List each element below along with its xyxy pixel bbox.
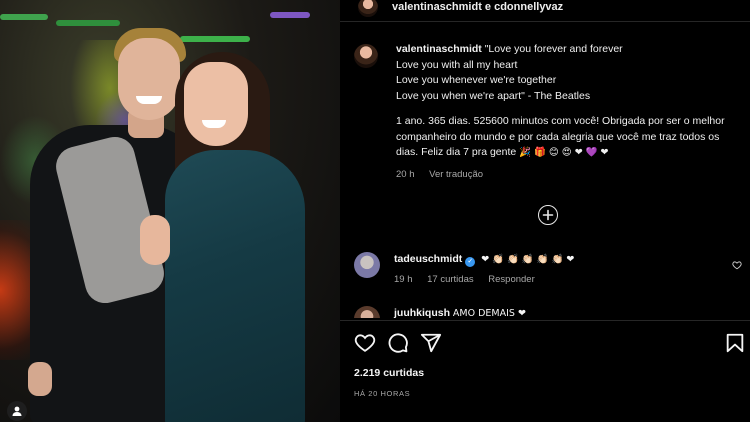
post-actions: 2.219 curtidas HÁ 20 HORAS bbox=[340, 320, 750, 422]
comment-icon[interactable] bbox=[387, 332, 409, 354]
comment-text: ❤ 👏🏻 👏🏻 👏🏻 👏🏻 👏🏻 ❤ bbox=[481, 254, 575, 265]
avatar[interactable] bbox=[354, 44, 378, 68]
caption-username[interactable]: valentinaschmidt bbox=[396, 43, 482, 55]
comment-username[interactable]: tadeuschmidt bbox=[394, 253, 462, 265]
comment-text: AMO DEMAIS ❤ bbox=[452, 308, 526, 318]
bookmark-icon[interactable] bbox=[724, 332, 746, 354]
person-woman-arm bbox=[140, 215, 170, 265]
likes-count[interactable]: 2.219 curtidas bbox=[354, 367, 424, 379]
person-woman-dress bbox=[165, 150, 305, 422]
verified-badge-icon: ✓ bbox=[465, 257, 476, 267]
share-icon[interactable] bbox=[420, 332, 442, 354]
person-woman-head bbox=[184, 62, 248, 146]
post-sidebar: valentinaschmidt e cdonnellyvaz valentin… bbox=[340, 0, 750, 422]
decor-light bbox=[180, 36, 250, 42]
post-header: valentinaschmidt e cdonnellyvaz bbox=[340, 0, 750, 22]
comment-username[interactable]: juuhkiqush bbox=[394, 307, 450, 318]
post-header-title[interactable]: valentinaschmidt e cdonnellyvaz bbox=[392, 1, 563, 13]
avatar[interactable] bbox=[354, 252, 380, 278]
comment-time: 19 h bbox=[394, 274, 413, 285]
person-man-smile bbox=[136, 96, 162, 104]
comment-item: juuhkiqush AMO DEMAIS ❤ bbox=[354, 306, 746, 318]
avatar[interactable] bbox=[354, 306, 380, 318]
heart-icon[interactable] bbox=[732, 260, 742, 270]
caption-line: "Love you forever and forever bbox=[484, 43, 623, 55]
post-caption: valentinaschmidt "Love you forever and f… bbox=[354, 42, 744, 182]
person-man-head bbox=[118, 38, 180, 120]
user-tag-icon[interactable] bbox=[7, 401, 27, 421]
plus-circle-icon[interactable] bbox=[538, 205, 558, 225]
avatar[interactable] bbox=[358, 0, 378, 17]
caption-emojis: 🎉 🎁 😊 😍 ❤ 💜 ❤ bbox=[519, 147, 609, 158]
post-photo[interactable] bbox=[0, 0, 340, 422]
decor-light bbox=[270, 12, 310, 18]
caption-line: Love you whenever we're together bbox=[396, 74, 557, 86]
caption-line: Love you with all my heart bbox=[396, 58, 518, 71]
comment-likes[interactable]: 17 curtidas bbox=[427, 274, 473, 285]
see-translation-link[interactable]: Ver tradução bbox=[429, 169, 483, 180]
decor-light bbox=[0, 14, 48, 20]
comment-item: tadeuschmidt ✓ ❤ 👏🏻 👏🏻 👏🏻 👏🏻 👏🏻 ❤ 19 h 17… bbox=[354, 252, 746, 287]
post-time: HÁ 20 HORAS bbox=[354, 389, 411, 398]
person-man-hand bbox=[28, 362, 52, 396]
caption-time: 20 h bbox=[396, 168, 415, 180]
decor-light bbox=[56, 20, 120, 26]
reply-button[interactable]: Responder bbox=[488, 274, 534, 285]
heart-icon[interactable] bbox=[354, 332, 376, 354]
caption-line: Love you when we're apart" - The Beatles bbox=[396, 89, 591, 102]
